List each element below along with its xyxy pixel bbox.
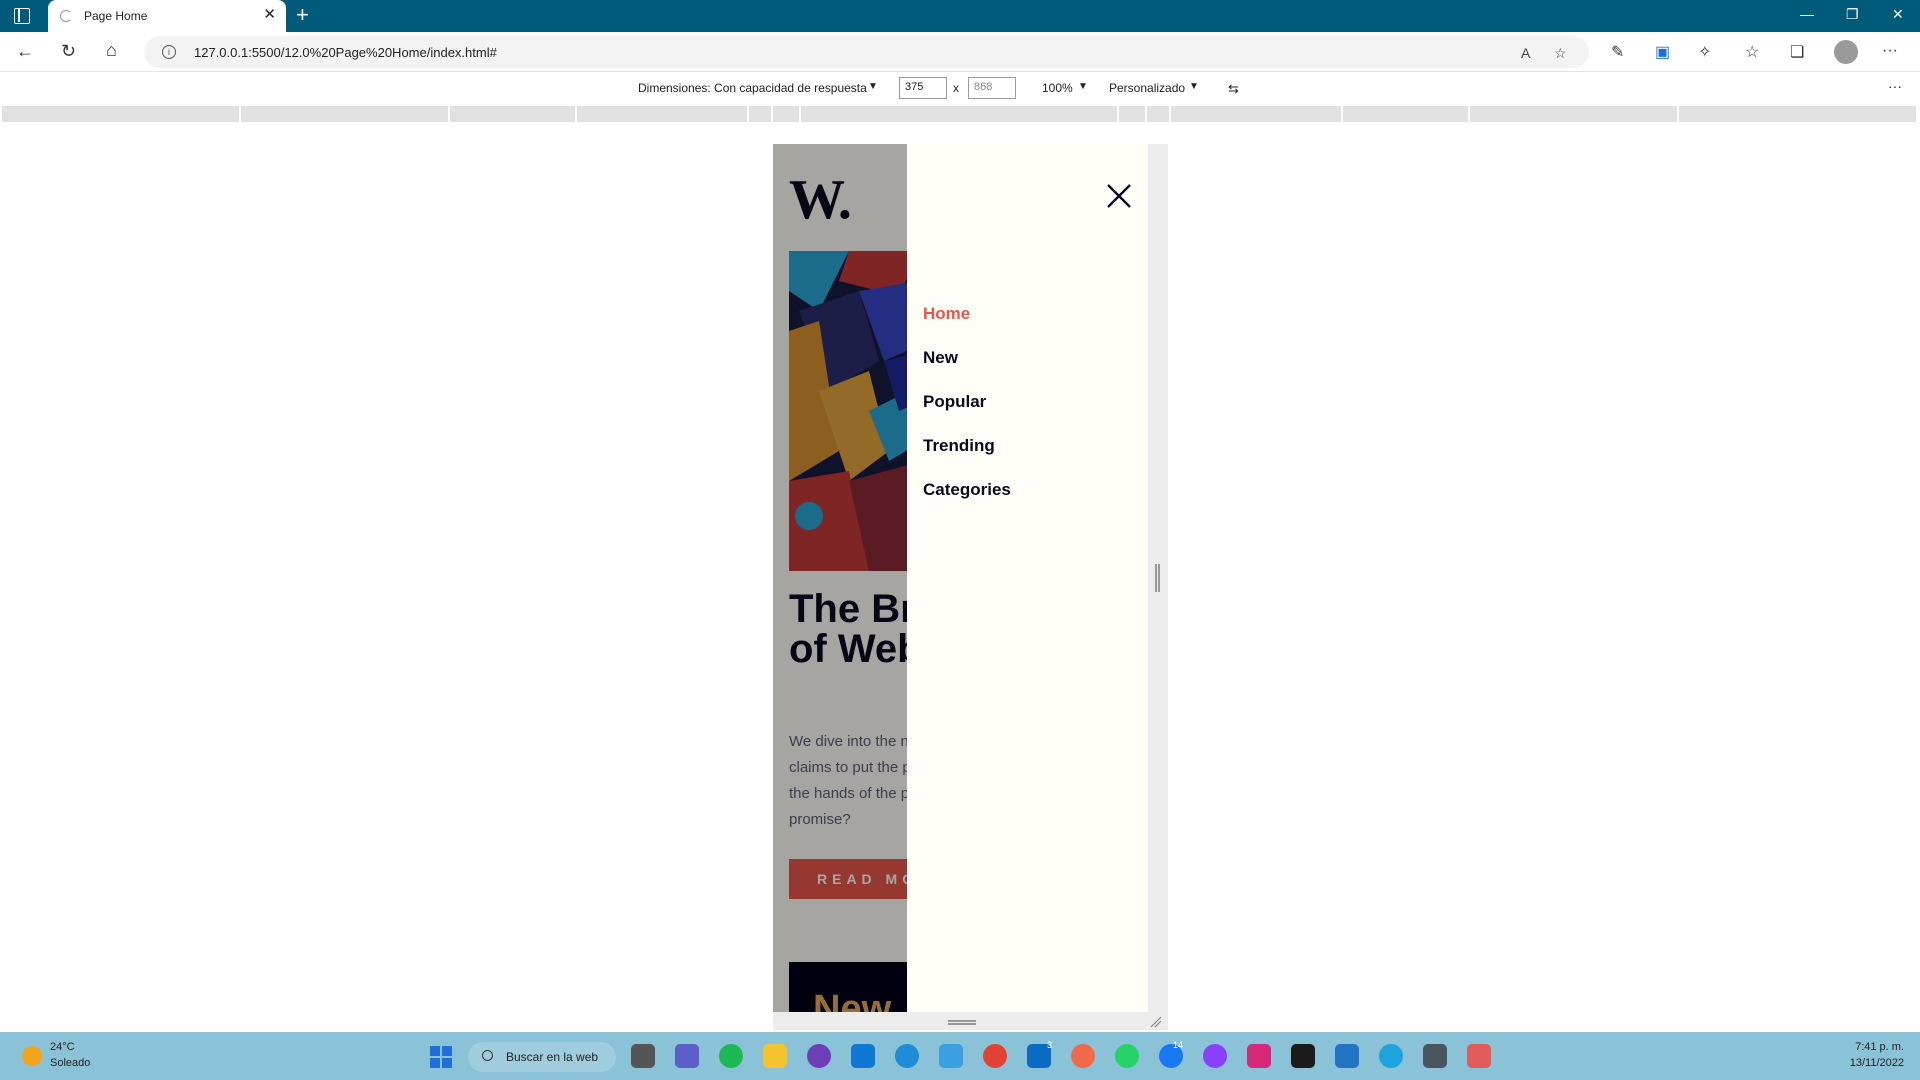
device-toolbar: Dimensiones: Con capacidad de respuesta … — [0, 72, 1920, 104]
ruler-segment[interactable] — [1679, 106, 1918, 122]
file-explorer-icon[interactable] — [763, 1044, 787, 1068]
width-input[interactable]: 375 — [899, 77, 947, 99]
minimize-button[interactable]: — — [1800, 6, 1814, 22]
search-icon — [482, 1050, 493, 1061]
home-icon[interactable]: ⌂ — [106, 40, 117, 60]
weather-sun-icon[interactable] — [22, 1046, 42, 1066]
ruler-segment[interactable] — [801, 106, 1119, 122]
instagram-icon[interactable] — [1247, 1044, 1271, 1068]
ruler-segment[interactable] — [1470, 106, 1679, 122]
new-tab-button[interactable]: + — [296, 4, 309, 26]
close-window-button[interactable]: ✕ — [1892, 6, 1904, 23]
zoom-dropdown-icon[interactable]: ▼ — [1078, 81, 1088, 92]
tab-actions-icon[interactable] — [14, 8, 30, 24]
media-query-ruler — [0, 106, 1920, 122]
tab-close-icon[interactable]: ✕ — [263, 7, 276, 23]
translate-icon[interactable]: ▣ — [1655, 42, 1670, 62]
ruler-segment[interactable] — [749, 106, 773, 122]
tab-title: Page Home — [84, 9, 148, 23]
restore-button[interactable]: ❐ — [1846, 6, 1859, 23]
menu-item-popular[interactable]: Popular — [923, 392, 1011, 436]
weather-temperature[interactable]: 24°C — [50, 1041, 75, 1053]
settings-app-icon[interactable] — [939, 1044, 963, 1068]
facebook-icon[interactable]: 14 — [1159, 1040, 1183, 1068]
mobile-nav-menu: Home New Popular Trending Categories — [923, 304, 1011, 524]
spotify-icon[interactable] — [719, 1044, 743, 1068]
windows-taskbar: 24°C Soleado Buscar en la web 3 14 7:41 … — [0, 1032, 1920, 1080]
read-aloud-icon[interactable]: A — [1521, 45, 1530, 61]
photos-icon[interactable] — [1071, 1044, 1095, 1068]
menu-backdrop-overlay[interactable] — [773, 144, 907, 1012]
dimensions-select[interactable]: Dimensiones: Con capacidad de respuesta — [638, 81, 867, 95]
edge-dev-icon[interactable] — [1379, 1044, 1403, 1068]
resize-width-handle[interactable] — [1155, 564, 1160, 592]
snipping-tool-icon[interactable] — [1467, 1044, 1491, 1068]
menu-item-home[interactable]: Home — [923, 304, 1011, 348]
times-label: x — [953, 81, 959, 95]
menu-item-new[interactable]: New — [923, 348, 1011, 392]
weather-description[interactable]: Soleado — [50, 1057, 90, 1069]
throttle-select[interactable]: Personalizado — [1109, 81, 1185, 95]
ruler-segment[interactable] — [2, 106, 241, 122]
profile-avatar[interactable] — [1834, 40, 1858, 64]
tab-page-home[interactable]: Page Home ✕ — [48, 0, 286, 32]
search-placeholder: Buscar en la web — [506, 1050, 599, 1064]
close-menu-icon[interactable] — [1105, 182, 1133, 210]
ruler-segment[interactable] — [1119, 106, 1147, 122]
height-input[interactable]: 868 — [968, 77, 1016, 99]
ruler-segment[interactable] — [1147, 106, 1171, 122]
mail-badge: 3 — [1047, 1040, 1053, 1050]
zoom-select[interactable]: 100% — [1042, 81, 1073, 95]
epic-games-icon[interactable] — [1291, 1044, 1315, 1068]
favorite-star-icon[interactable]: ☆ — [1554, 45, 1567, 62]
resize-corner-handle[interactable] — [1150, 1016, 1162, 1028]
loading-icon — [60, 10, 72, 22]
menu-item-categories[interactable]: Categories — [923, 480, 1011, 524]
devtools-more-icon[interactable]: ··· — [1888, 78, 1902, 94]
teams-chat-icon[interactable] — [675, 1044, 699, 1068]
rotate-icon[interactable]: ⇆ — [1228, 81, 1239, 97]
taskbar-search[interactable]: Buscar en la web — [468, 1042, 616, 1072]
photos-viewer-icon[interactable] — [1335, 1044, 1359, 1068]
start-button[interactable] — [430, 1046, 452, 1068]
emulated-page: W. The Bright Future of Web 3.0? We dive… — [773, 144, 1148, 1012]
dimensions-dropdown-icon[interactable]: ▼ — [868, 81, 878, 92]
clock-date[interactable]: 13/11/2022 — [1850, 1057, 1904, 1069]
clock-time[interactable]: 7:41 p. m. — [1855, 1041, 1904, 1053]
github-desktop-icon[interactable] — [807, 1044, 831, 1068]
browser-navbar: ← ↻ ⌂ i 127.0.0.1:5500/12.0%20Page%20Hom… — [0, 32, 1920, 72]
edge-icon[interactable] — [895, 1044, 919, 1068]
throttle-dropdown-icon[interactable]: ▼ — [1189, 81, 1199, 92]
facebook-badge: 14 — [1173, 1040, 1184, 1050]
ruler-segment[interactable] — [577, 106, 749, 122]
ruler-segment[interactable] — [1343, 106, 1470, 122]
settings-more-icon[interactable]: ··· — [1882, 42, 1898, 60]
extensions-icon[interactable]: ✧ — [1698, 42, 1711, 62]
ruler-segment[interactable] — [773, 106, 801, 122]
mobile-menu-panel: Home New Popular Trending Categories — [907, 144, 1148, 1012]
mail-icon[interactable]: 3 — [1027, 1040, 1052, 1068]
refresh-icon[interactable]: ↻ — [61, 41, 76, 61]
whatsapp-icon[interactable] — [1115, 1044, 1139, 1068]
address-bar[interactable]: i 127.0.0.1:5500/12.0%20Page%20Home/inde… — [144, 36, 1589, 68]
messenger-icon[interactable] — [1203, 1044, 1227, 1068]
browser-titlebar: Page Home ✕ + — ❐ ✕ — [0, 0, 1920, 32]
chrome-icon[interactable] — [983, 1044, 1007, 1068]
collections-icon[interactable]: ❏ — [1790, 42, 1804, 62]
task-view-icon[interactable] — [631, 1044, 655, 1068]
url-text[interactable]: 127.0.0.1:5500/12.0%20Page%20Home/index.… — [194, 45, 497, 60]
vscode-icon[interactable] — [851, 1044, 875, 1068]
resize-height-handle[interactable] — [948, 1020, 976, 1025]
calculator-icon[interactable] — [1423, 1044, 1447, 1068]
site-info-icon[interactable]: i — [162, 45, 176, 59]
eyedropper-icon[interactable]: ✎ — [1611, 42, 1624, 62]
back-icon[interactable]: ← — [16, 41, 34, 61]
device-viewport-area: W. The Bright Future of Web 3.0? We dive… — [0, 122, 1920, 1031]
ruler-segment[interactable] — [241, 106, 450, 122]
menu-item-trending[interactable]: Trending — [923, 436, 1011, 480]
favorites-icon[interactable]: ☆ — [1745, 42, 1759, 62]
ruler-segment[interactable] — [450, 106, 577, 122]
ruler-segment[interactable] — [1171, 106, 1343, 122]
